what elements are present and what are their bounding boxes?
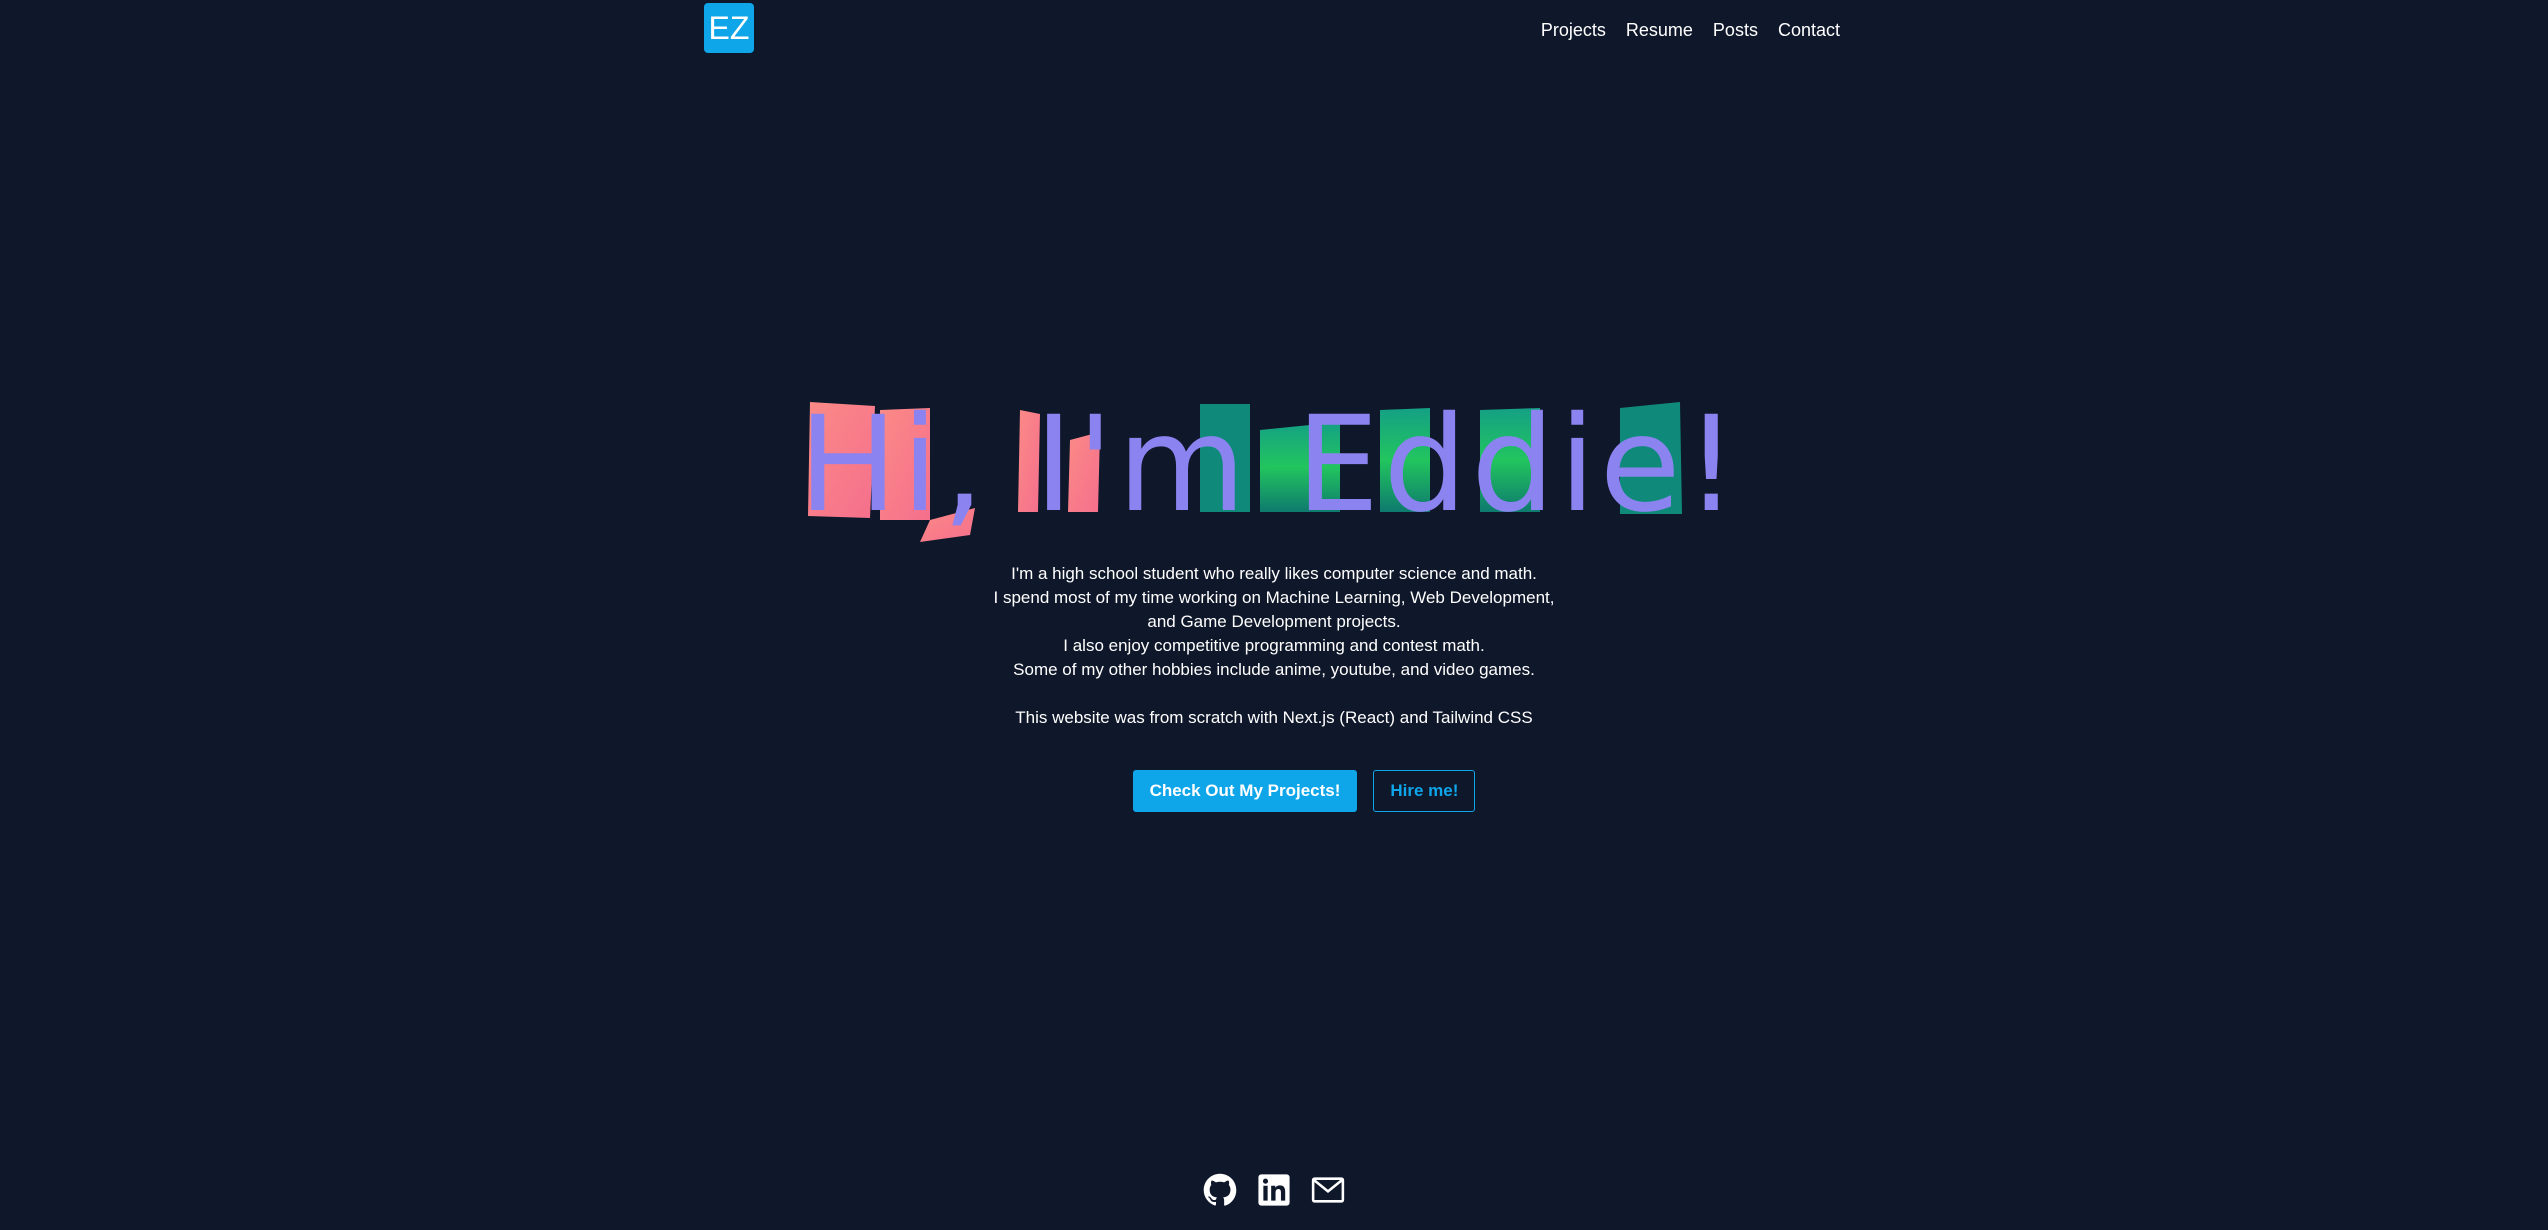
nav-posts-link[interactable]: Posts [1713, 20, 1758, 41]
desc-line: Some of my other hobbies include anime, … [1013, 660, 1535, 679]
desc-line: I spend most of my time working on Machi… [993, 588, 1555, 607]
check-projects-button[interactable]: Check Out My Projects! [1132, 770, 1358, 812]
desc-line: I also enjoy competitive programming and… [1063, 636, 1485, 655]
desc-line: I'm a high school student who really lik… [1011, 564, 1537, 583]
mail-icon [1311, 1177, 1345, 1203]
email-link[interactable] [1311, 1173, 1345, 1207]
linkedin-icon [1258, 1174, 1290, 1206]
nav-projects-link[interactable]: Projects [1541, 20, 1606, 41]
github-link[interactable] [1203, 1173, 1237, 1207]
hero-3d-title: Hi, I'm Eddie! [780, 380, 1760, 560]
logo-button[interactable]: EZ [704, 3, 754, 53]
social-links [0, 1173, 2548, 1207]
hero-description: I'm a high school student who really lik… [874, 562, 1674, 730]
hero-title-text: Hi, I'm Eddie! [798, 388, 1741, 542]
desc-line: This website was from scratch with Next.… [1015, 708, 1533, 727]
page: EZ Projects Resume Posts Contact Hi, I'm… [0, 0, 2548, 1230]
nav-contact-link[interactable]: Contact [1778, 20, 1840, 41]
linkedin-link[interactable] [1257, 1173, 1291, 1207]
github-icon [1203, 1173, 1237, 1206]
top-nav: Projects Resume Posts Contact [1541, 20, 1840, 41]
nav-resume-link[interactable]: Resume [1626, 20, 1693, 41]
hire-me-button[interactable]: Hire me! [1373, 770, 1476, 812]
hero-actions: Check Out My Projects! Hire me! [0, 770, 2548, 812]
desc-line: and Game Development projects. [1147, 612, 1401, 631]
